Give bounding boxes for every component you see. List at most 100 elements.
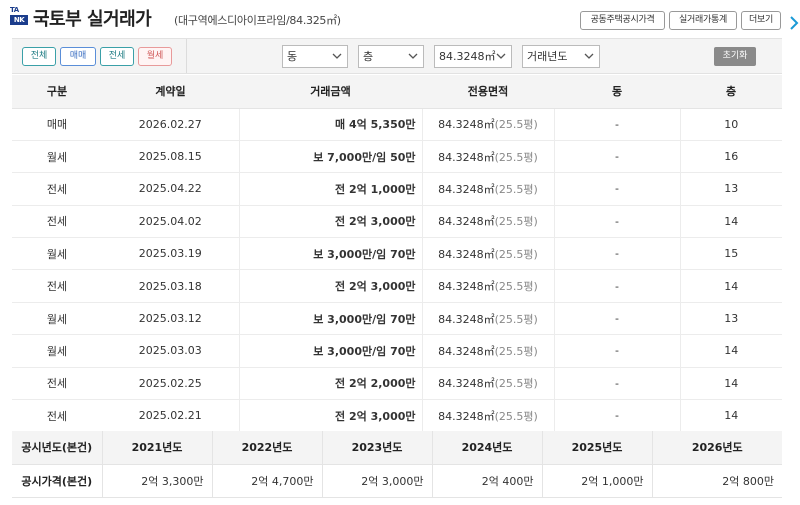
public-price-cell: 2억 1,000만 <box>542 464 653 498</box>
area-select-value: 84.3248㎡ <box>439 50 496 63</box>
cell-amount: 보 7,000만/임 50만 <box>238 140 422 174</box>
header: TA NK 국토부 실거래가 (대구역에스디아이프라임/84.325㎡) 공동주… <box>0 0 800 38</box>
cell-amount: 보 3,000만/임 70만 <box>238 237 422 271</box>
col-header-floor: 층 <box>680 75 782 109</box>
col-header-amount: 거래금액 <box>239 75 422 109</box>
tab-sale[interactable]: 매매 <box>60 47 96 66</box>
area-value: 84.3248㎡ <box>438 182 495 196</box>
public-price-row: 공시가격(본건) 2억 3,300만 2억 4,700만 2억 3,000만 2억 4… <box>12 464 782 498</box>
cell-floor: 10 <box>679 108 782 141</box>
public-price-label: 공시가격(본건) <box>12 464 103 498</box>
cell-amount: 보 3,000만/임 70만 <box>238 334 422 368</box>
cell-date: 2025.04.02 <box>102 205 239 239</box>
cell-date: 2025.02.21 <box>102 399 239 433</box>
cell-area: 84.3248㎡(25.5평) <box>421 140 555 174</box>
area-value: 84.3248㎡ <box>438 344 495 358</box>
area-value: 84.3248㎡ <box>438 377 495 391</box>
cell-area: 84.3248㎡(25.5평) <box>421 237 555 271</box>
cell-amount: 전 2억 3,000만 <box>238 269 422 303</box>
cell-date: 2025.03.12 <box>102 302 239 336</box>
table-row[interactable]: 전세 2025.02.21 전 2억 3,000만 84.3248㎡(25.5평) -1… <box>12 399 782 433</box>
cell-area: 84.3248㎡(25.5평) <box>421 269 555 303</box>
page-subtitle: (대구역에스디아이프라임/84.325㎡) <box>174 14 341 27</box>
cell-amount: 전 2억 3,000만 <box>238 205 422 239</box>
cell-amount: 전 2억 2,000만 <box>238 367 422 401</box>
dong-select[interactable]: 동 <box>282 45 348 68</box>
public-price-cell: 2억 3,000만 <box>322 464 433 498</box>
floor-select-value: 층 <box>363 50 374 63</box>
public-year-cell: 2021년도 <box>102 431 213 465</box>
pyeong-value: (25.5평) <box>494 377 538 391</box>
table-row[interactable]: 월세 2025.03.12 보 3,000만/임 70만 84.3248㎡(25.5평… <box>12 302 782 336</box>
public-price-cell: 2억 4,700만 <box>212 464 323 498</box>
pyeong-value: (25.5평) <box>494 215 538 229</box>
cell-floor: 14 <box>679 269 782 303</box>
public-year-cell: 2023년도 <box>322 431 433 465</box>
cell-dong: - <box>554 237 680 271</box>
cell-floor: 14 <box>679 205 782 239</box>
table-row[interactable]: 전세 2025.02.25 전 2억 2,000만 84.3248㎡(25.5평) -1… <box>12 367 782 401</box>
cell-type: 월세 <box>12 302 102 336</box>
cell-date: 2025.02.25 <box>102 367 239 401</box>
area-value: 84.3248㎡ <box>438 409 495 423</box>
cell-type: 전세 <box>12 399 102 433</box>
table-row[interactable]: 월세 2025.08.15 보 7,000만/임 50만 84.3248㎡(25.5평… <box>12 140 782 174</box>
table-row[interactable]: 매매 2026.02.27 매 4억 5,350만 84.3248㎡(25.5평) -1… <box>12 108 782 141</box>
cell-date: 2025.08.15 <box>102 140 239 174</box>
cell-type: 월세 <box>12 140 102 174</box>
cell-floor: 14 <box>679 367 782 401</box>
year-select[interactable]: 거래년도 <box>522 45 600 68</box>
cell-area: 84.3248㎡(25.5평) <box>421 367 555 401</box>
cell-floor: 14 <box>679 334 782 368</box>
public-price-cell: 2억 3,300만 <box>102 464 213 498</box>
cell-amount: 보 3,000만/임 70만 <box>238 302 422 336</box>
cell-area: 84.3248㎡(25.5평) <box>421 302 555 336</box>
pyeong-value: (25.5평) <box>494 280 538 294</box>
cell-area: 84.3248㎡(25.5평) <box>421 205 555 239</box>
table-row[interactable]: 전세 2025.04.22 전 2억 1,000만 84.3248㎡(25.5평) -1… <box>12 172 782 206</box>
area-select[interactable]: 84.3248㎡ <box>434 45 512 68</box>
area-value: 84.3248㎡ <box>438 150 495 164</box>
public-price-table: 공시년도(본건) 2021년도 2022년도 2023년도 2024년도 2025년도 2… <box>12 431 782 498</box>
cell-dong: - <box>554 205 680 239</box>
cell-type: 전세 <box>12 367 102 401</box>
cell-type: 매매 <box>12 108 102 141</box>
public-year-cell: 2022년도 <box>212 431 323 465</box>
table-row[interactable]: 전세 2025.03.18 전 2억 3,000만 84.3248㎡(25.5평) -1… <box>12 269 782 303</box>
cell-dong: - <box>554 140 680 174</box>
public-price-cell: 2억 400만 <box>432 464 543 498</box>
table-row[interactable]: 월세 2025.03.03 보 3,000만/임 70만 84.3248㎡(25.5평… <box>12 334 782 368</box>
pyeong-value: (25.5평) <box>494 118 538 132</box>
col-header-date: 계약일 <box>102 75 239 109</box>
public-year-label: 공시년도(본건) <box>12 431 103 465</box>
floor-select[interactable]: 층 <box>358 45 424 68</box>
cell-area: 84.3248㎡(25.5평) <box>421 108 555 141</box>
public-price-button[interactable]: 공동주택공시가격 <box>580 11 665 30</box>
cell-type: 월세 <box>12 334 102 368</box>
col-header-area: 전용면적 <box>422 75 554 109</box>
chevron-down-icon <box>408 53 418 59</box>
tab-all[interactable]: 전체 <box>22 47 56 66</box>
cell-floor: 14 <box>679 399 782 433</box>
cell-dong: - <box>554 172 680 206</box>
tab-wolse[interactable]: 월세 <box>138 47 172 66</box>
reset-button[interactable]: 초기화 <box>714 47 756 66</box>
cell-amount: 전 2억 3,000만 <box>238 399 422 433</box>
public-year-cell: 2024년도 <box>432 431 543 465</box>
year-select-value: 거래년도 <box>527 50 568 63</box>
tab-jeonse[interactable]: 전세 <box>100 47 134 66</box>
cell-type: 전세 <box>12 172 102 206</box>
table-row[interactable]: 월세 2025.03.19 보 3,000만/임 70만 84.3248㎡(25.5평… <box>12 237 782 271</box>
dong-select-value: 동 <box>287 50 298 63</box>
chevron-right-icon[interactable] <box>788 14 800 32</box>
cell-floor: 13 <box>679 302 782 336</box>
table-row[interactable]: 전세 2025.04.02 전 2억 3,000만 84.3248㎡(25.5평) -1… <box>12 205 782 239</box>
statistics-button[interactable]: 실거래가통계 <box>669 11 737 30</box>
more-button[interactable]: 더보기 <box>741 11 781 30</box>
cell-amount: 전 2억 1,000만 <box>238 172 422 206</box>
filter-bar: 전체 매매 전세 월세 동 층 84.3248㎡ 거래년도 초기화 <box>12 38 782 74</box>
public-year-row: 공시년도(본건) 2021년도 2022년도 2023년도 2024년도 2025년도 2… <box>12 431 782 465</box>
public-year-cell: 2026년도 <box>652 431 782 465</box>
cell-floor: 15 <box>679 237 782 271</box>
area-value: 84.3248㎡ <box>438 280 495 294</box>
